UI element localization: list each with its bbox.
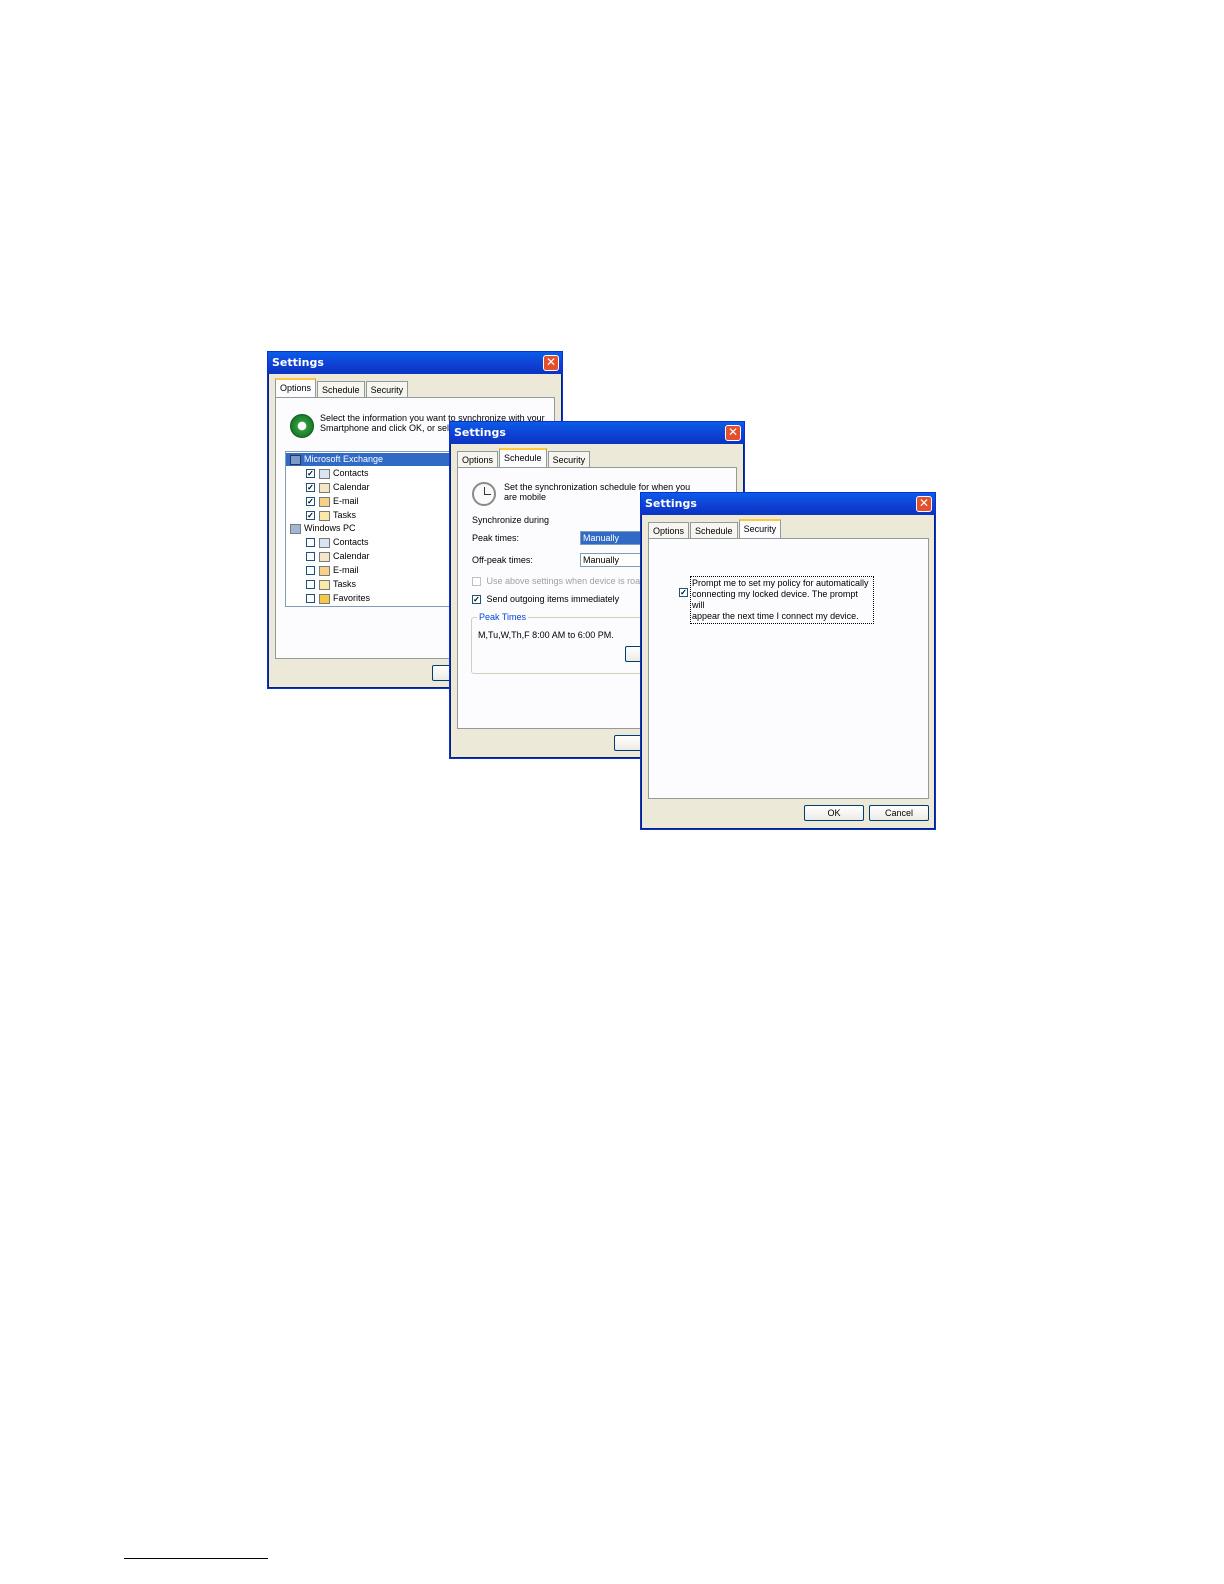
exchange-server-icon: [290, 454, 301, 465]
tab-options[interactable]: Options: [275, 378, 317, 398]
peak-times-group-title: Peak Times: [477, 612, 529, 622]
list-item[interactable]: Contacts: [306, 467, 369, 480]
checkbox[interactable]: [306, 580, 315, 590]
checkbox[interactable]: [306, 497, 315, 507]
folder-icon: [319, 593, 330, 604]
footnote-separator: [124, 1558, 268, 1559]
tab-options[interactable]: Options: [457, 451, 499, 468]
checkbox[interactable]: [306, 469, 315, 479]
calendar-icon: [319, 551, 330, 562]
window-title: Settings: [454, 426, 506, 439]
prompt-policy-checkbox[interactable]: [679, 588, 688, 597]
list-item[interactable]: Tasks: [306, 578, 356, 591]
close-icon[interactable]: ✕: [916, 496, 932, 512]
peak-times-label: Peak times:: [472, 533, 520, 543]
tasks-icon: [319, 579, 330, 590]
security-panel: Prompt me to set my policy for automatic…: [648, 538, 929, 799]
title-bar[interactable]: Settings ✕: [450, 422, 744, 444]
checkbox[interactable]: [306, 538, 315, 548]
list-item[interactable]: Favorites: [306, 592, 370, 605]
list-item[interactable]: E-mail: [306, 564, 359, 577]
contacts-icon: [319, 468, 330, 479]
send-outgoing-checkbox[interactable]: [472, 595, 481, 605]
tree-group-windows-pc[interactable]: Windows PC: [286, 522, 356, 535]
tab-strip: Options Schedule Security: [275, 378, 409, 398]
roaming-checkbox[interactable]: [472, 577, 481, 587]
list-item[interactable]: E-mail: [306, 495, 359, 508]
sync-icon: [290, 414, 314, 438]
computer-icon: [290, 523, 301, 534]
offpeak-times-label: Off-peak times:: [472, 555, 533, 565]
title-bar[interactable]: Settings ✕: [268, 352, 562, 374]
title-bar[interactable]: Settings ✕: [641, 493, 935, 515]
checkbox[interactable]: [306, 511, 315, 521]
list-item[interactable]: Calendar: [306, 481, 370, 494]
tasks-icon: [319, 510, 330, 521]
cancel-button[interactable]: Cancel: [869, 805, 929, 821]
tab-schedule[interactable]: Schedule: [690, 522, 738, 539]
checkbox[interactable]: [306, 594, 315, 604]
roaming-option[interactable]: Use above settings when device is roami: [472, 575, 650, 588]
prompt-policy-label[interactable]: Prompt me to set my policy for automatic…: [690, 576, 874, 624]
sync-during-label: Synchronize during: [472, 515, 550, 525]
send-outgoing-option[interactable]: Send outgoing items immediately: [472, 593, 619, 606]
window-title: Settings: [272, 356, 324, 369]
ok-button[interactable]: OK: [804, 805, 864, 821]
checkbox[interactable]: [306, 552, 315, 562]
contacts-icon: [319, 537, 330, 548]
tab-options[interactable]: Options: [648, 522, 690, 539]
email-icon: [319, 496, 330, 507]
clock-icon: [472, 482, 496, 506]
settings-window-security: Settings ✕ Options Schedule Security Pro…: [640, 492, 936, 830]
tab-security[interactable]: Security: [547, 451, 591, 468]
checkbox[interactable]: [306, 566, 315, 576]
checkbox[interactable]: [306, 483, 315, 493]
tab-strip: Options Schedule Security: [648, 519, 782, 539]
close-icon[interactable]: ✕: [543, 355, 559, 371]
window-title: Settings: [645, 497, 697, 510]
tab-security[interactable]: Security: [365, 381, 409, 398]
tab-schedule[interactable]: Schedule: [317, 381, 365, 398]
tab-security[interactable]: Security: [738, 519, 782, 539]
list-item[interactable]: Tasks: [306, 509, 356, 522]
tab-strip: Options Schedule Security: [457, 448, 591, 468]
email-icon: [319, 565, 330, 576]
list-item[interactable]: Calendar: [306, 550, 370, 563]
list-item[interactable]: Contacts: [306, 536, 369, 549]
peak-times-summary: M,Tu,W,Th,F 8:00 AM to 6:00 PM.: [478, 630, 614, 640]
calendar-icon: [319, 482, 330, 493]
close-icon[interactable]: ✕: [725, 425, 741, 441]
tab-schedule[interactable]: Schedule: [499, 448, 547, 468]
